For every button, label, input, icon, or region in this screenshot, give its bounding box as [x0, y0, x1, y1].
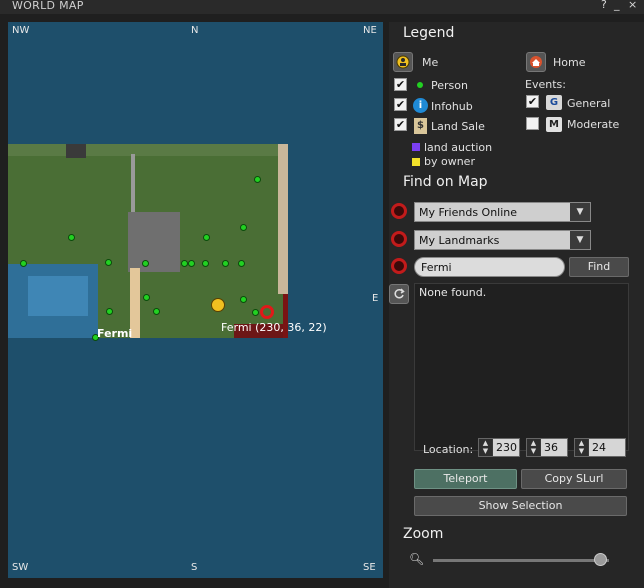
by-owner-swatch	[412, 158, 420, 166]
person-dot[interactable]	[202, 260, 209, 267]
water-shallow	[28, 276, 88, 316]
compass-e: E	[372, 293, 379, 304]
compass-nw: NW	[12, 25, 30, 36]
compass-ne: NE	[363, 25, 377, 36]
landmarks-combo-value: My Landmarks	[419, 234, 500, 247]
chevron-down-icon[interactable]: ▼	[570, 231, 590, 249]
copy-slurl-button[interactable]: Copy SLurl	[521, 469, 627, 489]
person-dot[interactable]	[181, 260, 188, 267]
land-sale-checkbox[interactable]: ✔	[394, 118, 407, 131]
person-dot[interactable]	[252, 309, 259, 316]
results-status-text: None found.	[419, 286, 487, 299]
legend-title: Legend	[403, 25, 455, 41]
find-button[interactable]: Find	[569, 257, 629, 277]
general-event-icon: G	[546, 95, 562, 110]
person-dot[interactable]	[105, 259, 112, 266]
chevron-down-icon[interactable]: ▼	[570, 203, 590, 221]
search-results-list[interactable]: None found.	[414, 283, 629, 451]
window-titlebar: WORLD MAP ? _ ×	[0, 0, 644, 14]
landmarks-track-icon[interactable]	[391, 231, 407, 247]
me-icon[interactable]	[393, 52, 413, 72]
find-on-map-title: Find on Map	[403, 174, 488, 190]
infohub-checkbox[interactable]: ✔	[394, 98, 407, 111]
location-x-value[interactable]: 230	[493, 439, 519, 456]
stepper-arrows-icon[interactable]: ▲ ▼	[527, 439, 540, 456]
moderate-event-icon: M	[546, 117, 562, 132]
region-tile-fermi[interactable]	[8, 144, 288, 341]
sand-strip	[278, 144, 288, 294]
person-checkbox[interactable]: ✔	[394, 78, 407, 91]
person-dot[interactable]	[254, 176, 261, 183]
legend-land-auction-label: land auction	[424, 141, 493, 154]
map-side-panel: Legend Me Home Events: ✔ Person ✔ i Info…	[389, 22, 644, 588]
search-track-icon[interactable]	[391, 258, 407, 274]
legend-land-sale-label: Land Sale	[431, 120, 485, 133]
general-checkbox[interactable]: ✔	[526, 95, 539, 108]
help-button[interactable]: ?	[601, 0, 607, 11]
moderate-checkbox[interactable]	[526, 117, 539, 130]
region-search-input[interactable]: Fermi	[414, 257, 565, 277]
person-dot[interactable]	[20, 260, 27, 267]
stepper-arrows-icon[interactable]: ▲ ▼	[479, 439, 492, 456]
friends-track-icon[interactable]	[391, 203, 407, 219]
person-icon	[417, 82, 423, 88]
friends-online-combo-value: My Friends Online	[419, 206, 518, 219]
compass-se: SE	[363, 562, 376, 573]
compass-s: S	[191, 562, 198, 573]
close-button[interactable]: ×	[628, 0, 637, 11]
teleport-button[interactable]: Teleport	[414, 469, 517, 489]
me-avatar-marker[interactable]	[211, 298, 225, 312]
compass-sw: SW	[12, 562, 29, 573]
zoom-slider[interactable]	[433, 559, 609, 562]
zoom-slider-knob[interactable]	[593, 553, 607, 566]
compass-n: N	[191, 25, 199, 36]
road	[131, 154, 135, 214]
zoom-magnifier-icon: 🔍︎	[409, 552, 425, 566]
location-z-value[interactable]: 24	[589, 439, 625, 456]
building	[66, 144, 86, 158]
person-dot[interactable]	[203, 234, 210, 241]
zoom-title: Zoom	[403, 526, 444, 542]
legend-general-label: General	[567, 97, 611, 110]
legend-infohub-label: Infohub	[431, 100, 473, 113]
plaza	[128, 212, 180, 272]
person-dot[interactable]	[106, 308, 113, 315]
location-y-value[interactable]: 36	[541, 439, 567, 456]
location-z-spinner[interactable]: ▲ ▼ 24	[574, 438, 626, 457]
window-title: WORLD MAP	[12, 0, 84, 12]
infohub-icon: i	[413, 98, 428, 113]
person-dot[interactable]	[240, 296, 247, 303]
refresh-icon[interactable]	[389, 284, 409, 304]
stepper-arrows-icon[interactable]: ▲ ▼	[575, 439, 588, 456]
region-name-label: Fermi	[97, 327, 133, 340]
legend-by-owner-label: by owner	[424, 155, 475, 168]
person-dot[interactable]	[142, 260, 149, 267]
legend-home-label: Home	[553, 56, 586, 69]
target-location-ring	[260, 305, 274, 319]
location-x-spinner[interactable]: ▲ ▼ 230	[478, 438, 520, 457]
person-dot[interactable]	[68, 234, 75, 241]
events-label: Events:	[525, 78, 566, 91]
minimize-button[interactable]: _	[614, 0, 620, 11]
person-dot[interactable]	[240, 224, 247, 231]
location-y-spinner[interactable]: ▲ ▼ 36	[526, 438, 568, 457]
legend-me-label: Me	[422, 56, 439, 69]
person-dot[interactable]	[222, 260, 229, 267]
person-dot[interactable]	[188, 260, 195, 267]
person-dot[interactable]	[143, 294, 150, 301]
target-location-label: Fermi (230, 36, 22)	[221, 321, 327, 334]
legend-person-label: Person	[431, 79, 468, 92]
show-selection-button[interactable]: Show Selection	[414, 496, 627, 516]
person-dot[interactable]	[153, 308, 160, 315]
location-label: Location:	[423, 443, 474, 456]
land-sale-icon: $	[414, 118, 427, 134]
land-auction-swatch	[412, 143, 420, 151]
legend-moderate-label: Moderate	[567, 118, 620, 131]
friends-online-combo[interactable]: My Friends Online ▼	[414, 202, 591, 222]
landmarks-combo[interactable]: My Landmarks ▼	[414, 230, 591, 250]
home-icon[interactable]	[526, 52, 546, 72]
world-map-view[interactable]: NW N NE W E SW S SE Fermi (23	[8, 22, 383, 578]
person-dot[interactable]	[238, 260, 245, 267]
region-edge	[8, 144, 288, 156]
